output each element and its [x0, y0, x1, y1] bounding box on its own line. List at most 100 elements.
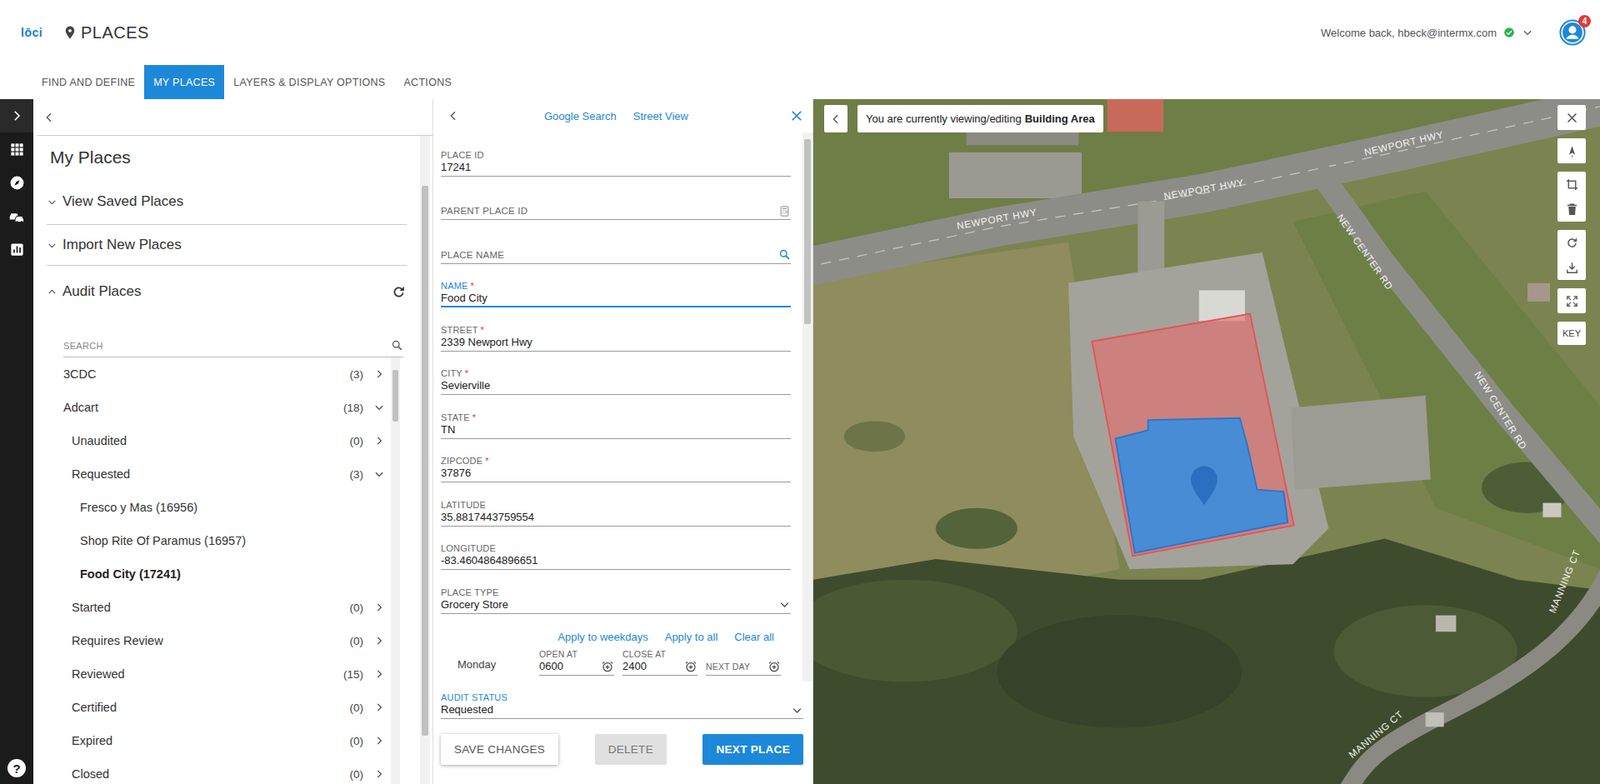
tree-row[interactable]: Requested(3): [63, 457, 389, 491]
field-value[interactable]: Grocery Store: [440, 598, 779, 612]
button-label[interactable]: SAVE CHANGES: [454, 743, 545, 756]
tree-label[interactable]: Requires Review: [71, 634, 350, 648]
map-tool-button[interactable]: [1557, 138, 1586, 164]
tree-label[interactable]: Reviewed: [71, 667, 344, 681]
expand-chevron-icon[interactable]: [373, 701, 385, 714]
expand-chevron-icon[interactable]: [373, 368, 385, 380]
tree-row[interactable]: Certified(0): [63, 690, 389, 725]
rail-item[interactable]: [0, 132, 34, 166]
audit-status-select[interactable]: AUDIT STATUSRequested: [440, 691, 804, 720]
map-key-button[interactable]: KEY: [1557, 321, 1586, 345]
hours-link[interactable]: Apply to all: [665, 630, 719, 644]
time-field[interactable]: NEXT DAY: [705, 660, 781, 676]
expand-chevron-icon[interactable]: [373, 735, 385, 747]
tree-label[interactable]: Unaudited: [71, 434, 350, 448]
map-tool-button[interactable]: [1557, 255, 1586, 280]
form-field[interactable]: CITY*Sevierville: [440, 351, 791, 396]
expand-chevron-icon[interactable]: [373, 635, 385, 647]
compass-icon[interactable]: [9, 175, 25, 191]
app-logo[interactable]: lōci: [20, 25, 63, 40]
accordion-label[interactable]: View Saved Places: [62, 193, 407, 210]
field-value[interactable]: Sevierville: [440, 379, 791, 393]
form-field[interactable]: NAME*Food City: [440, 264, 791, 309]
field-value[interactable]: 2339 Newport Hwy: [440, 335, 791, 350]
form-scrollbar[interactable]: [802, 132, 813, 682]
tree-label[interactable]: Fresco y Mas (16956): [80, 500, 389, 515]
time-field[interactable]: OPEN AT0600: [539, 648, 615, 676]
form-field[interactable]: LATITUDE35.8817443759554: [440, 482, 791, 527]
form-link[interactable]: Street View: [633, 110, 689, 123]
form-field[interactable]: PLACE ID17241: [440, 132, 791, 177]
field-value[interactable]: TN: [440, 423, 791, 437]
time-value[interactable]: 2400: [622, 660, 685, 674]
fullscreen-icon[interactable]: [1565, 294, 1580, 309]
refresh-icon[interactable]: [390, 284, 407, 300]
dropdown-chevron-icon[interactable]: [790, 704, 804, 717]
add-alarm-icon[interactable]: [684, 660, 698, 674]
location-pin-icon[interactable]: [1190, 465, 1218, 505]
tree-label[interactable]: Requested: [71, 467, 350, 481]
accordion-label[interactable]: Audit Places: [62, 283, 386, 300]
expand-chevron-icon[interactable]: [9, 108, 25, 124]
panel-scrollbar[interactable]: [420, 135, 430, 784]
add-alarm-icon[interactable]: [600, 660, 615, 674]
tree-label[interactable]: Adcart: [63, 400, 344, 415]
collapse-chevron-icon[interactable]: [373, 401, 385, 414]
expand-chevron-icon[interactable]: [373, 601, 385, 614]
form-field[interactable]: PLACE NAME: [440, 220, 791, 265]
accordion-header[interactable]: View Saved Places: [46, 179, 407, 225]
tree-row[interactable]: Unaudited(0): [63, 424, 389, 458]
accordion-label[interactable]: Import New Places: [62, 236, 407, 254]
rail-item[interactable]: [0, 165, 34, 200]
search-icon[interactable]: [778, 248, 791, 261]
nav-tab[interactable]: MY PLACES: [144, 65, 225, 100]
accordion-header[interactable]: Import New Places: [46, 225, 407, 266]
tree-label[interactable]: Shop Rite Of Paramus (16957): [80, 534, 389, 548]
map-tool-button[interactable]: [1557, 288, 1586, 314]
close-icon[interactable]: [1565, 110, 1580, 125]
download-icon[interactable]: [1565, 260, 1580, 275]
add-alarm-icon[interactable]: [767, 660, 781, 674]
tree-row[interactable]: Expired(0): [63, 724, 389, 758]
satellite-map[interactable]: NEWPORT HWYNEWPORT HWYNEWPORT HWYNEW CEN…: [813, 99, 1600, 784]
north-arrow-icon[interactable]: [1565, 144, 1580, 159]
expand-chevron-icon[interactable]: [373, 768, 385, 780]
collapse-map-button[interactable]: [824, 105, 848, 133]
time-value[interactable]: 0600: [539, 660, 601, 674]
field-value[interactable]: Food City: [440, 291, 791, 305]
user-avatar[interactable]: 4: [1558, 18, 1587, 47]
tree-row[interactable]: Reviewed(15): [63, 657, 389, 691]
field-value[interactable]: -83.4604864896651: [440, 554, 791, 568]
map-view[interactable]: NEWPORT HWYNEWPORT HWYNEWPORT HWYNEW CEN…: [813, 99, 1600, 784]
field-value[interactable]: 35.8817443759554: [440, 510, 791, 525]
close-icon[interactable]: [789, 108, 805, 124]
trash-icon[interactable]: [1565, 202, 1580, 217]
expand-chevron-icon[interactable]: [46, 240, 58, 251]
tree-label[interactable]: Food City (17241): [80, 567, 389, 581]
tree-label[interactable]: Expired: [71, 734, 350, 748]
notification-badge[interactable]: 4: [1578, 15, 1591, 28]
user-menu-chevron-icon[interactable]: [1521, 26, 1534, 39]
map-tool-button[interactable]: [1557, 171, 1586, 197]
expand-chevron-icon[interactable]: [46, 196, 58, 208]
button-label[interactable]: NEXT PLACE: [715, 743, 790, 756]
hours-link[interactable]: Clear all: [734, 630, 775, 644]
tree-label[interactable]: 3CDC: [63, 367, 350, 381]
expand-chevron-icon[interactable]: [373, 668, 385, 680]
form-field[interactable]: STATE*TN: [440, 395, 791, 440]
form-field[interactable]: LONGITUDE-83.4604864896651: [440, 526, 791, 571]
tree-row[interactable]: Shop Rite Of Paramus (16957): [63, 524, 389, 558]
collapse-chevron-icon[interactable]: [46, 286, 58, 298]
field-value[interactable]: 37876: [440, 466, 791, 480]
expand-chevron-icon[interactable]: [373, 435, 385, 447]
field-value[interactable]: Requested: [440, 703, 791, 717]
next-place-button[interactable]: NEXT PLACE: [702, 734, 804, 765]
key-label[interactable]: KEY: [1562, 321, 1581, 345]
tree-search[interactable]: SEARCH: [63, 317, 404, 358]
rail-item[interactable]: [0, 232, 34, 266]
form-field[interactable]: PLACE TYPEGrocery Store: [440, 570, 791, 615]
tree-scrollbar[interactable]: [390, 357, 400, 784]
dropdown-chevron-icon[interactable]: [778, 598, 791, 611]
tree-label[interactable]: Certified: [71, 700, 350, 715]
nav-tab[interactable]: LAYERS & DISPLAY OPTIONS: [224, 65, 395, 100]
